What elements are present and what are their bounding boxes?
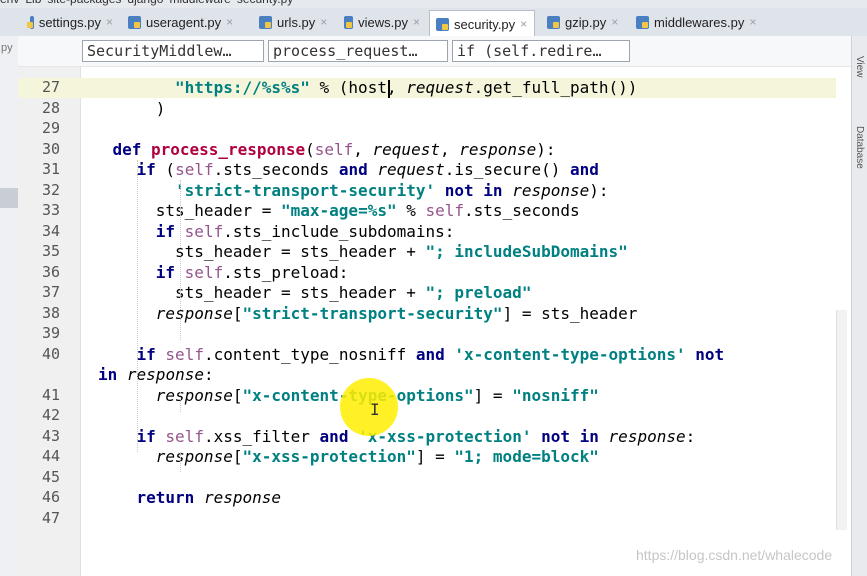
right-tool-strip: View Database [851,36,867,576]
tab-urls[interactable]: urls.py × [253,10,335,34]
tab-label: middlewares.py [654,14,745,30]
project-selection [0,188,18,208]
tab-middlewares[interactable]: middlewares.py × [630,10,772,34]
line-number: 35 [41,242,60,260]
code-line[interactable]: response["strict-transport-security"] = … [156,304,638,323]
line-number: 30 [41,139,60,158]
tab-label: urls.py [277,14,316,30]
indent-guide [180,452,181,472]
tab-label: views.py [358,14,408,30]
code-line[interactable]: sts_header = sts_header + "; includeSubD… [175,242,628,261]
code-breadcrumb-bar: SecurityMiddlew… process_request… if (se… [18,36,851,67]
line-number: 37 [41,283,60,301]
text-cursor [388,80,390,98]
line-number: 43 [41,426,60,445]
path-segment[interactable]: site-packages [47,0,121,6]
line-number: 44 [41,447,60,465]
project-panel-text: py [1,42,13,54]
line-number: 34 [41,221,60,240]
tab-settings[interactable]: settings.py × [24,10,119,34]
code-line[interactable]: if self.content_type_nosniff and 'x-cont… [137,345,725,364]
tab-label: gzip.py [565,14,607,30]
line-number: 33 [41,201,60,219]
line-number: 28 [41,98,60,117]
line-number: 31 [41,160,60,178]
line-number: 41 [41,385,60,404]
python-file-icon [128,15,141,29]
gutter-separator [80,66,81,576]
code-line[interactable]: return response [137,488,282,507]
close-icon[interactable]: × [226,15,233,29]
code-line[interactable]: "https://%s%s" % (host, request.get_full… [175,78,637,97]
scrollbar-thumb[interactable] [836,310,847,530]
indent-guide [180,180,181,340]
line-number: 29 [41,119,60,137]
close-icon[interactable]: × [611,15,618,29]
python-file-icon [636,15,649,29]
ibeam-cursor-icon: I [370,400,380,419]
code-line[interactable]: response["x-xss-protection"] = "1; mode=… [156,447,599,466]
path-segment[interactable]: middleware [169,0,230,6]
line-number: 45 [41,467,60,486]
path-bar: env Lib site-packages django middleware secur… [0,0,867,8]
path-segment[interactable]: Lib [25,0,41,6]
close-icon[interactable]: × [520,17,527,31]
code-line[interactable]: if (self.sts_seconds and request.is_secu… [137,160,599,179]
code-line[interactable]: if self.sts_include_subdomains: [156,222,455,241]
code-line[interactable]: def process_response(self, request, resp… [112,140,555,159]
editor-tab-bar: settings.py × useragent.py × urls.py × view… [0,8,867,37]
close-icon[interactable]: × [749,15,756,29]
code-line[interactable]: if self.sts_preload: [156,263,349,282]
line-number: 36 [41,262,60,281]
line-number: 46 [41,488,60,506]
line-number: 27 [41,78,60,96]
view-tool-label[interactable]: View [854,56,865,78]
python-file-icon [547,15,560,29]
mouse-highlight [340,378,398,436]
code-line[interactable]: 'strict-transport-security' not in respo… [175,181,609,200]
python-file-icon [259,15,272,29]
close-icon[interactable]: × [106,15,113,29]
line-number: 40 [41,344,60,363]
path-segment[interactable]: security.py [237,0,293,6]
line-number: 42 [41,406,60,424]
database-tool-label[interactable]: Database [854,126,865,169]
indent-guide [137,160,138,452]
tab-gzip[interactable]: gzip.py × [541,10,626,34]
path-breadcrumb: env Lib site-packages django middleware secur… [0,0,299,8]
python-file-icon [26,15,34,29]
line-number: 38 [41,303,60,322]
crumb-class[interactable]: SecurityMiddlew… [82,40,264,62]
tab-security[interactable]: security.py × [429,10,535,37]
code-line[interactable]: if self.xss_filter and 'x-xss-protection… [137,427,696,446]
watermark: https://blog.csdn.net/whalecode [636,547,833,563]
close-icon[interactable]: × [413,15,420,29]
code-line-continuation[interactable]: in response: [98,365,214,384]
crumb-if[interactable]: if (self.redire… [452,40,630,62]
line-number: 39 [41,324,60,342]
indent-guide [180,392,181,412]
crumb-method[interactable]: process_request… [268,40,448,62]
python-file-icon [344,15,354,29]
tab-views[interactable]: views.py × [338,10,426,34]
code-line[interactable]: sts_header = sts_header + "; preload" [175,283,531,302]
code-line[interactable]: sts_header = "max-age=%s" % self.sts_sec… [156,201,580,220]
tab-useragent[interactable]: useragent.py × [122,10,250,34]
tab-label: security.py [454,16,516,32]
path-segment[interactable]: env [0,0,19,6]
code-line[interactable]: ) [156,99,166,118]
close-icon[interactable]: × [320,15,327,29]
line-number: 32 [41,180,60,199]
path-segment[interactable]: django [127,0,163,6]
python-file-icon [436,17,449,31]
project-panel-edge[interactable]: py [0,36,19,576]
line-number: 47 [41,508,60,527]
tab-label: settings.py [38,14,101,30]
tab-label: useragent.py [146,14,222,30]
